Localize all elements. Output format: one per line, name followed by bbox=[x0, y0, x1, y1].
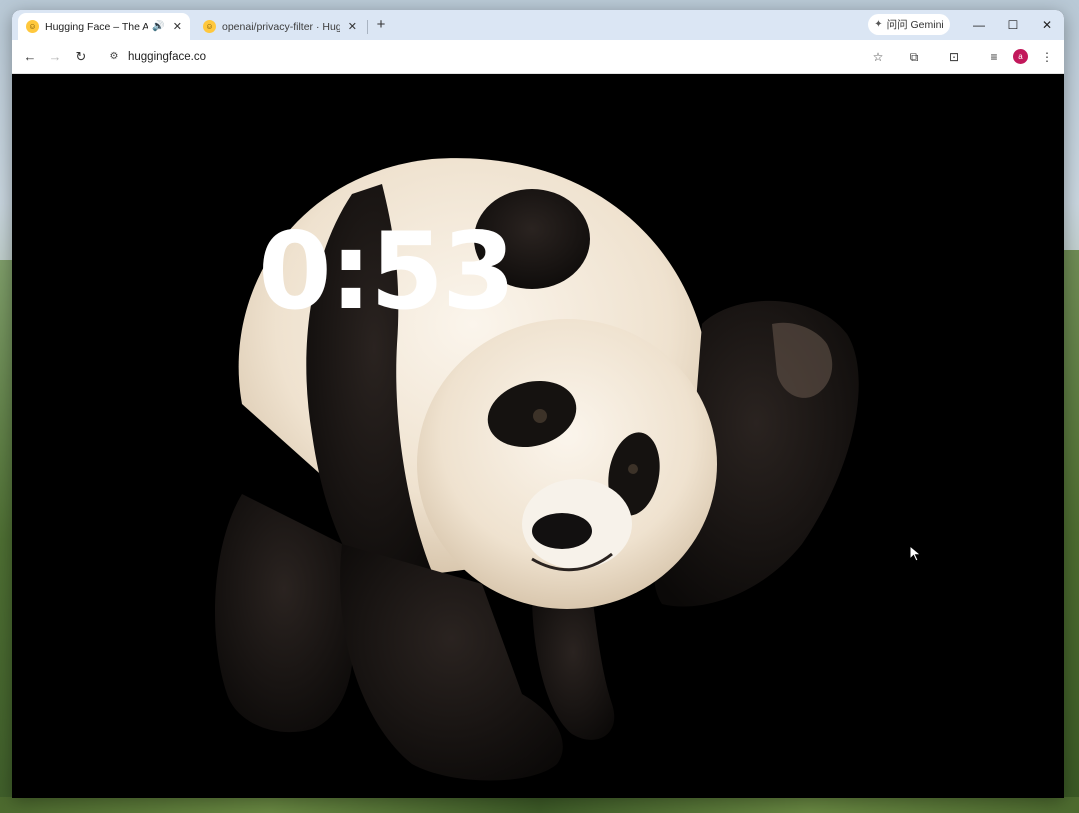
close-tab-icon[interactable]: ✕ bbox=[348, 20, 357, 33]
extensions-puzzle-icon[interactable]: ⧉ bbox=[904, 47, 924, 67]
tab-title: openai/privacy-filter · Huggi bbox=[222, 20, 340, 33]
hugging-face-favicon-icon: ☺ bbox=[26, 20, 39, 33]
audio-playing-icon[interactable]: 🔊 bbox=[152, 21, 164, 32]
close-tab-icon[interactable]: ✕ bbox=[173, 20, 182, 33]
desktop-wallpaper-bottom bbox=[0, 797, 1079, 813]
mouse-cursor-icon bbox=[909, 545, 922, 562]
gemini-button[interactable]: ✦ 问问 Gemini bbox=[868, 14, 950, 35]
gemini-label: 问问 Gemini bbox=[886, 19, 944, 31]
new-tab-icon[interactable]: + bbox=[372, 16, 390, 34]
profile-avatar[interactable]: a bbox=[1013, 49, 1028, 64]
gemini-sparkle-icon: ✦ bbox=[874, 19, 883, 30]
reload-icon[interactable]: ↻ bbox=[71, 47, 91, 67]
minimize-icon[interactable]: — bbox=[967, 15, 991, 35]
hugging-face-favicon-icon: ☺ bbox=[203, 20, 216, 33]
desktop-wallpaper-right bbox=[1063, 250, 1079, 813]
site-settings-icon[interactable]: ⚙ bbox=[106, 49, 122, 65]
panda-image bbox=[215, 158, 859, 781]
tab-hugging-face[interactable]: ☺ Hugging Face – The AI co 🔊 ✕ bbox=[18, 13, 190, 40]
maximize-icon[interactable]: ☐ bbox=[1001, 15, 1025, 35]
forward-arrow-icon[interactable]: → bbox=[45, 47, 65, 67]
browser-window: ☺ Hugging Face – The AI co 🔊 ✕ ☺ openai/… bbox=[12, 10, 1064, 798]
desktop-wallpaper-left bbox=[0, 260, 12, 813]
media-controls-icon[interactable]: ≡ bbox=[984, 47, 1004, 67]
back-arrow-icon[interactable]: ← bbox=[20, 47, 40, 67]
bookmark-star-icon[interactable]: ☆ bbox=[868, 47, 888, 67]
address-bar[interactable]: huggingface.co bbox=[128, 49, 206, 65]
countdown-timer: 0:53 bbox=[258, 210, 516, 333]
close-window-icon[interactable]: ✕ bbox=[1035, 15, 1059, 35]
video-frame[interactable]: 0:53 bbox=[12, 74, 1064, 798]
tab-privacy-filter[interactable]: ☺ openai/privacy-filter · Huggi ✕ bbox=[195, 13, 365, 40]
more-menu-icon[interactable]: ⋮ bbox=[1037, 47, 1057, 67]
tab-strip: ☺ Hugging Face – The AI co 🔊 ✕ ☺ openai/… bbox=[12, 10, 1064, 40]
lens-search-icon[interactable]: ⊡ bbox=[944, 47, 964, 67]
tab-separator bbox=[367, 20, 368, 34]
browser-toolbar: ← → ↻ ⚙ huggingface.co ☆ ⧉ ⊡ ≡ a ⋮ bbox=[12, 40, 1064, 74]
tab-title: Hugging Face – The AI co bbox=[45, 20, 149, 33]
